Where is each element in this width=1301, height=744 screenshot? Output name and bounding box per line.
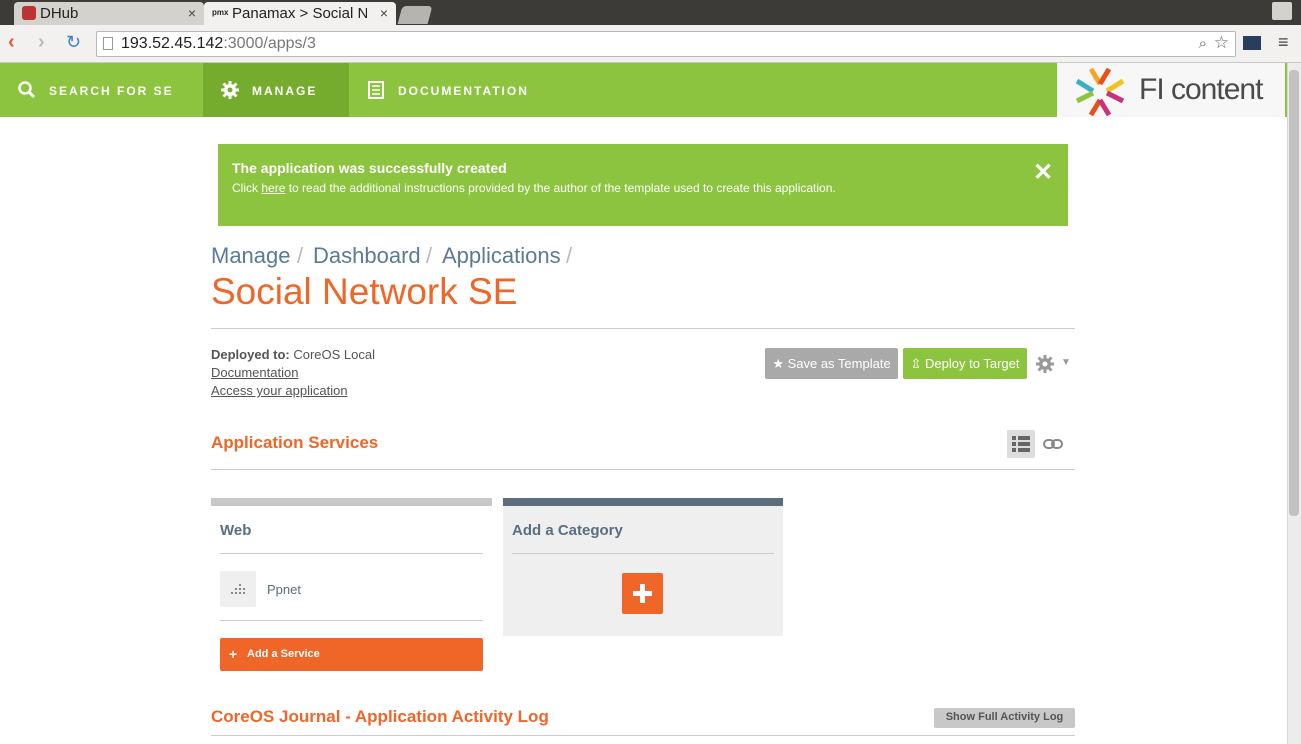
divider xyxy=(211,469,1075,470)
browser-toolbar: ‹ › ↻ 193.52.45.142:3000/apps/3 ⌕ ☆ ≡ xyxy=(0,25,1301,63)
new-tab-button[interactable] xyxy=(397,6,433,24)
settings-dropdown-caret-icon[interactable]: ▼ xyxy=(1061,357,1071,368)
add-category-button[interactable] xyxy=(622,573,663,614)
deploy-to-target-button[interactable]: ⇫ Deploy to Target xyxy=(903,348,1027,379)
menu-icon[interactable]: ≡ xyxy=(1278,32,1289,53)
add-category-card: Add a Category xyxy=(503,498,783,636)
alert-here-link[interactable]: here xyxy=(261,181,285,195)
reload-icon[interactable]: ↻ xyxy=(66,32,81,53)
breadcrumb-separator: / xyxy=(566,243,573,268)
nav-documentation[interactable]: DOCUMENTATION xyxy=(349,63,549,117)
back-icon[interactable]: ‹ xyxy=(8,31,15,54)
documentation-link-wrap: Documentation xyxy=(211,365,298,380)
divider xyxy=(220,620,483,621)
gear-icon xyxy=(221,81,239,99)
logo-text: FI content xyxy=(1139,73,1263,106)
url-path: :3000/apps/3 xyxy=(223,35,316,52)
show-full-activity-log-button[interactable]: Show Full Activity Log xyxy=(934,708,1075,728)
add-service-label: Add a Service xyxy=(247,648,320,660)
alert-close-icon[interactable]: ✕ xyxy=(1033,158,1053,187)
category-card-web: Web Ppnet + Add a Service xyxy=(211,498,492,673)
deployed-to: Deployed to: CoreOS Local xyxy=(211,347,375,362)
plus-icon xyxy=(633,584,652,603)
category-card-header-bar xyxy=(211,498,492,506)
divider xyxy=(211,735,1075,736)
plus-icon: + xyxy=(229,646,238,662)
browser-tab-bar: DHub × pmx Panamax > Social Ne × xyxy=(0,0,1301,25)
extension-icon[interactable] xyxy=(1243,36,1261,50)
breadcrumb-separator: / xyxy=(426,243,433,268)
tab-close-icon[interactable]: × xyxy=(380,5,388,21)
forward-icon[interactable]: › xyxy=(38,31,45,54)
fi-content-logo-icon xyxy=(1075,67,1125,117)
breadcrumb-manage[interactable]: Manage xyxy=(211,243,291,269)
breadcrumb-separator: / xyxy=(297,243,304,268)
deployed-to-value: CoreOS Local xyxy=(293,347,376,362)
divider xyxy=(211,328,1075,329)
search-icon xyxy=(18,81,36,99)
tab-label: Panamax > Social Ne xyxy=(232,5,367,22)
application-services-title: Application Services xyxy=(211,433,379,452)
tab-label: DHub xyxy=(40,5,79,22)
journal-title: CoreOS Journal - Application Activity Lo… xyxy=(211,707,549,726)
service-name: Ppnet xyxy=(267,582,301,597)
settings-gear-icon[interactable] xyxy=(1035,354,1055,374)
nav-label: MANAGE xyxy=(252,84,318,98)
category-name[interactable]: Web xyxy=(220,522,251,539)
list-icon xyxy=(1012,436,1030,452)
add-category-title: Add a Category xyxy=(512,522,623,539)
dhub-favicon-icon xyxy=(22,6,36,20)
bookmark-star-icon[interactable]: ☆ xyxy=(1214,33,1229,53)
page-icon xyxy=(103,37,113,50)
add-service-button[interactable]: + Add a Service xyxy=(220,638,483,671)
nav-label: DOCUMENTATION xyxy=(398,84,529,98)
app-navbar: SEARCH FOR SE MANAGE DOCUMENTATION FI co… xyxy=(0,63,1287,117)
service-item[interactable]: Ppnet xyxy=(220,571,483,608)
nav-label: SEARCH FOR SE xyxy=(49,84,174,98)
list-view-toggle[interactable] xyxy=(1007,430,1035,458)
alert-message-prefix: Click xyxy=(232,181,262,195)
alert-message-suffix: to read the additional instructions prov… xyxy=(285,181,836,195)
service-icon xyxy=(220,571,256,607)
profile-icon[interactable] xyxy=(1272,2,1292,20)
service-dots-icon xyxy=(231,584,245,594)
scrollbar-thumb[interactable] xyxy=(1289,70,1299,516)
documentation-link[interactable]: Documentation xyxy=(211,365,298,380)
alert-message: Click here to read the additional instru… xyxy=(232,181,836,195)
url-host: 193.52.45.142 xyxy=(121,35,224,52)
document-icon xyxy=(368,81,384,99)
nav-search-for-se[interactable]: SEARCH FOR SE xyxy=(0,63,203,117)
deployed-to-label: Deployed to: xyxy=(211,347,290,362)
fi-content-logo[interactable]: FI content xyxy=(1057,63,1285,117)
access-application-link[interactable]: Access your application xyxy=(211,383,348,398)
divider xyxy=(512,553,774,554)
access-link-wrap: Access your application xyxy=(211,383,348,398)
zoom-icon[interactable]: ⌕ xyxy=(1199,35,1207,52)
browser-tab-dhub[interactable]: DHub × xyxy=(14,2,204,25)
breadcrumb-dashboard[interactable]: Dashboard xyxy=(313,243,421,269)
divider xyxy=(220,553,483,554)
tab-close-icon[interactable]: × xyxy=(188,5,196,21)
link-view-icon[interactable] xyxy=(1043,436,1063,452)
add-category-header-bar xyxy=(503,498,783,506)
alert-title: The application was successfully created xyxy=(232,160,507,176)
page-title: Social Network SE xyxy=(211,271,518,312)
address-bar[interactable]: 193.52.45.142:3000/apps/3 ⌕ ☆ xyxy=(96,31,1236,57)
panamax-favicon-icon: pmx xyxy=(212,8,229,17)
save-as-template-button[interactable]: ★ Save as Template xyxy=(765,348,898,379)
nav-manage[interactable]: MANAGE xyxy=(203,63,349,117)
browser-tab-panamax[interactable]: pmx Panamax > Social Ne × xyxy=(204,2,396,25)
breadcrumb-applications[interactable]: Applications xyxy=(442,243,561,269)
success-alert: The application was successfully created… xyxy=(218,144,1068,226)
